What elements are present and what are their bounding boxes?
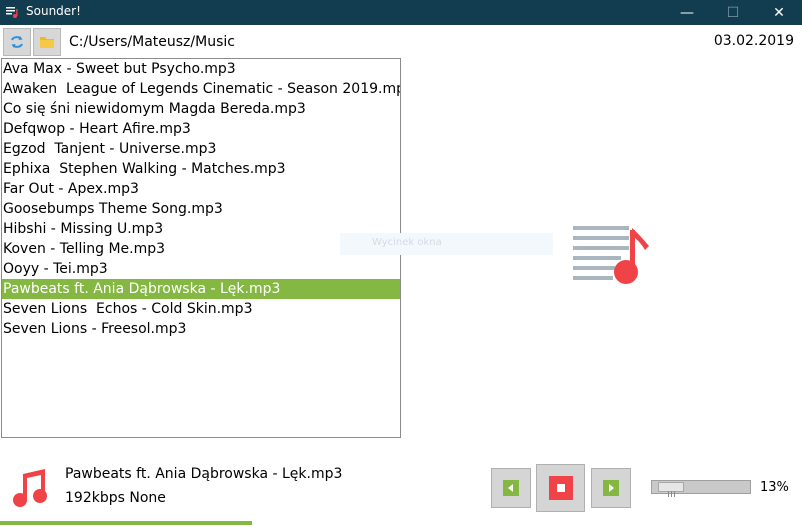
window-snip-label: Wycinek okna xyxy=(340,233,553,255)
minimize-button[interactable]: — xyxy=(664,0,710,25)
file-list-item[interactable]: Far Out - Apex.mp3 xyxy=(2,179,400,199)
app-icon xyxy=(6,7,18,18)
playlist-music-icon xyxy=(573,226,649,284)
next-button[interactable] xyxy=(591,468,631,508)
folder-icon xyxy=(40,37,54,48)
folder-path: C:/Users/Mateusz/Music xyxy=(69,34,235,50)
now-playing-info: 192kbps None xyxy=(65,490,166,506)
refresh-icon xyxy=(11,36,23,48)
file-list-item[interactable]: Ephixa Stephen Walking - Matches.mp3 xyxy=(2,159,400,179)
volume-label: 13% xyxy=(760,480,789,495)
refresh-button[interactable] xyxy=(3,28,31,56)
close-button[interactable]: ✕ xyxy=(756,0,802,25)
title-bar[interactable]: Sounder! — ☐ ✕ xyxy=(0,0,802,25)
maximize-button[interactable]: ☐ xyxy=(710,0,756,25)
file-list-item[interactable]: Ava Max - Sweet but Psycho.mp3 xyxy=(2,59,400,79)
app-window: Sounder! — ☐ ✕ C:/Users/Mateusz/Music 03… xyxy=(0,0,802,527)
open-folder-button[interactable] xyxy=(33,28,61,56)
grip-icon xyxy=(668,491,675,497)
playback-progress[interactable] xyxy=(0,521,802,525)
stop-icon xyxy=(548,476,573,500)
file-list-item[interactable]: Ooyy - Tei.mp3 xyxy=(2,259,400,279)
music-note-icon xyxy=(13,469,47,507)
file-list-item[interactable]: Pawbeats ft. Ania Dąbrowska - Lęk.mp3 xyxy=(2,279,400,299)
previous-icon xyxy=(503,480,519,496)
window-title: Sounder! xyxy=(26,4,81,18)
previous-button[interactable] xyxy=(491,468,531,508)
file-list-item[interactable]: Seven Lions Echos - Cold Skin.mp3 xyxy=(2,299,400,319)
stop-button[interactable] xyxy=(536,464,585,512)
file-list-item[interactable]: Egzod Tanjent - Universe.mp3 xyxy=(2,139,400,159)
file-list-item[interactable]: Defqwop - Heart Afire.mp3 xyxy=(2,119,400,139)
next-icon xyxy=(603,480,619,496)
playback-progress-fill xyxy=(0,521,252,525)
file-list-item[interactable]: Seven Lions - Freesol.mp3 xyxy=(2,319,400,339)
volume-slider[interactable] xyxy=(651,480,751,497)
file-list-item[interactable]: Awaken League of Legends Cinematic - Sea… xyxy=(2,79,400,99)
volume-slider-thumb[interactable] xyxy=(658,482,684,497)
file-list-item[interactable]: Goosebumps Theme Song.mp3 xyxy=(2,199,400,219)
date-label: 03.02.2019 xyxy=(713,33,794,49)
now-playing-title: Pawbeats ft. Ania Dąbrowska - Lęk.mp3 xyxy=(65,466,343,482)
file-list-item[interactable]: Co się śni niewidomym Magda Bereda.mp3 xyxy=(2,99,400,119)
